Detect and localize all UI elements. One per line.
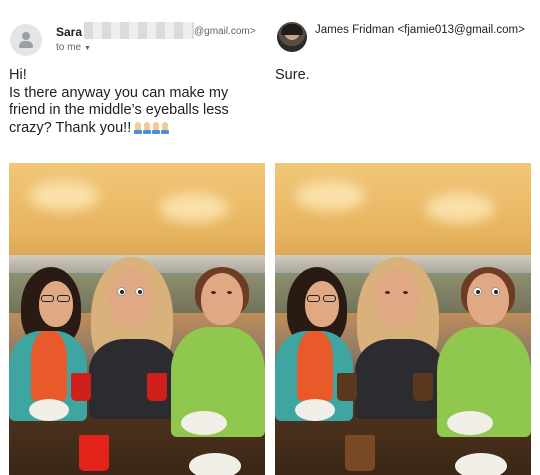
profile-photo-avatar (277, 22, 307, 52)
email-header: Sara @gmail.com> to me ▼ (0, 0, 270, 62)
request-text-content: Is there anyway you can make my friend i… (9, 84, 229, 136)
sender-name[interactable]: Sara (56, 25, 82, 39)
reply-email-panel: James Fridman <fjamie013@gmail.com> Sure… (270, 0, 540, 475)
reply-sender-email: <fjamie013@gmail.com> (397, 24, 525, 36)
greeting-line: Hi! (9, 67, 27, 83)
to-me-dropdown[interactable]: to me ▼ (56, 42, 91, 53)
request-text: Is there anyway you can make my friend i… (9, 85, 259, 140)
reply-sender[interactable]: James Fridman <fjamie013@gmail.com> (315, 24, 525, 36)
person-avatar-icon (10, 24, 42, 56)
reply-header: James Fridman <fjamie013@gmail.com> (270, 0, 540, 62)
reply-sender-name: James Fridman (315, 24, 395, 36)
to-me-label: to me (56, 42, 82, 53)
masked-email-address (84, 22, 194, 39)
edited-photo (275, 163, 531, 475)
folded-hands-emoji (134, 121, 170, 140)
email-body: Hi! Is there anyway you can make my frie… (9, 67, 259, 139)
reply-text: Sure. (275, 67, 310, 83)
chevron-down-icon: ▼ (84, 45, 91, 52)
original-photo (9, 163, 265, 475)
original-email-panel: Sara @gmail.com> to me ▼ Hi! Is there any… (0, 0, 270, 475)
sender-email-domain: @gmail.com> (194, 26, 256, 37)
